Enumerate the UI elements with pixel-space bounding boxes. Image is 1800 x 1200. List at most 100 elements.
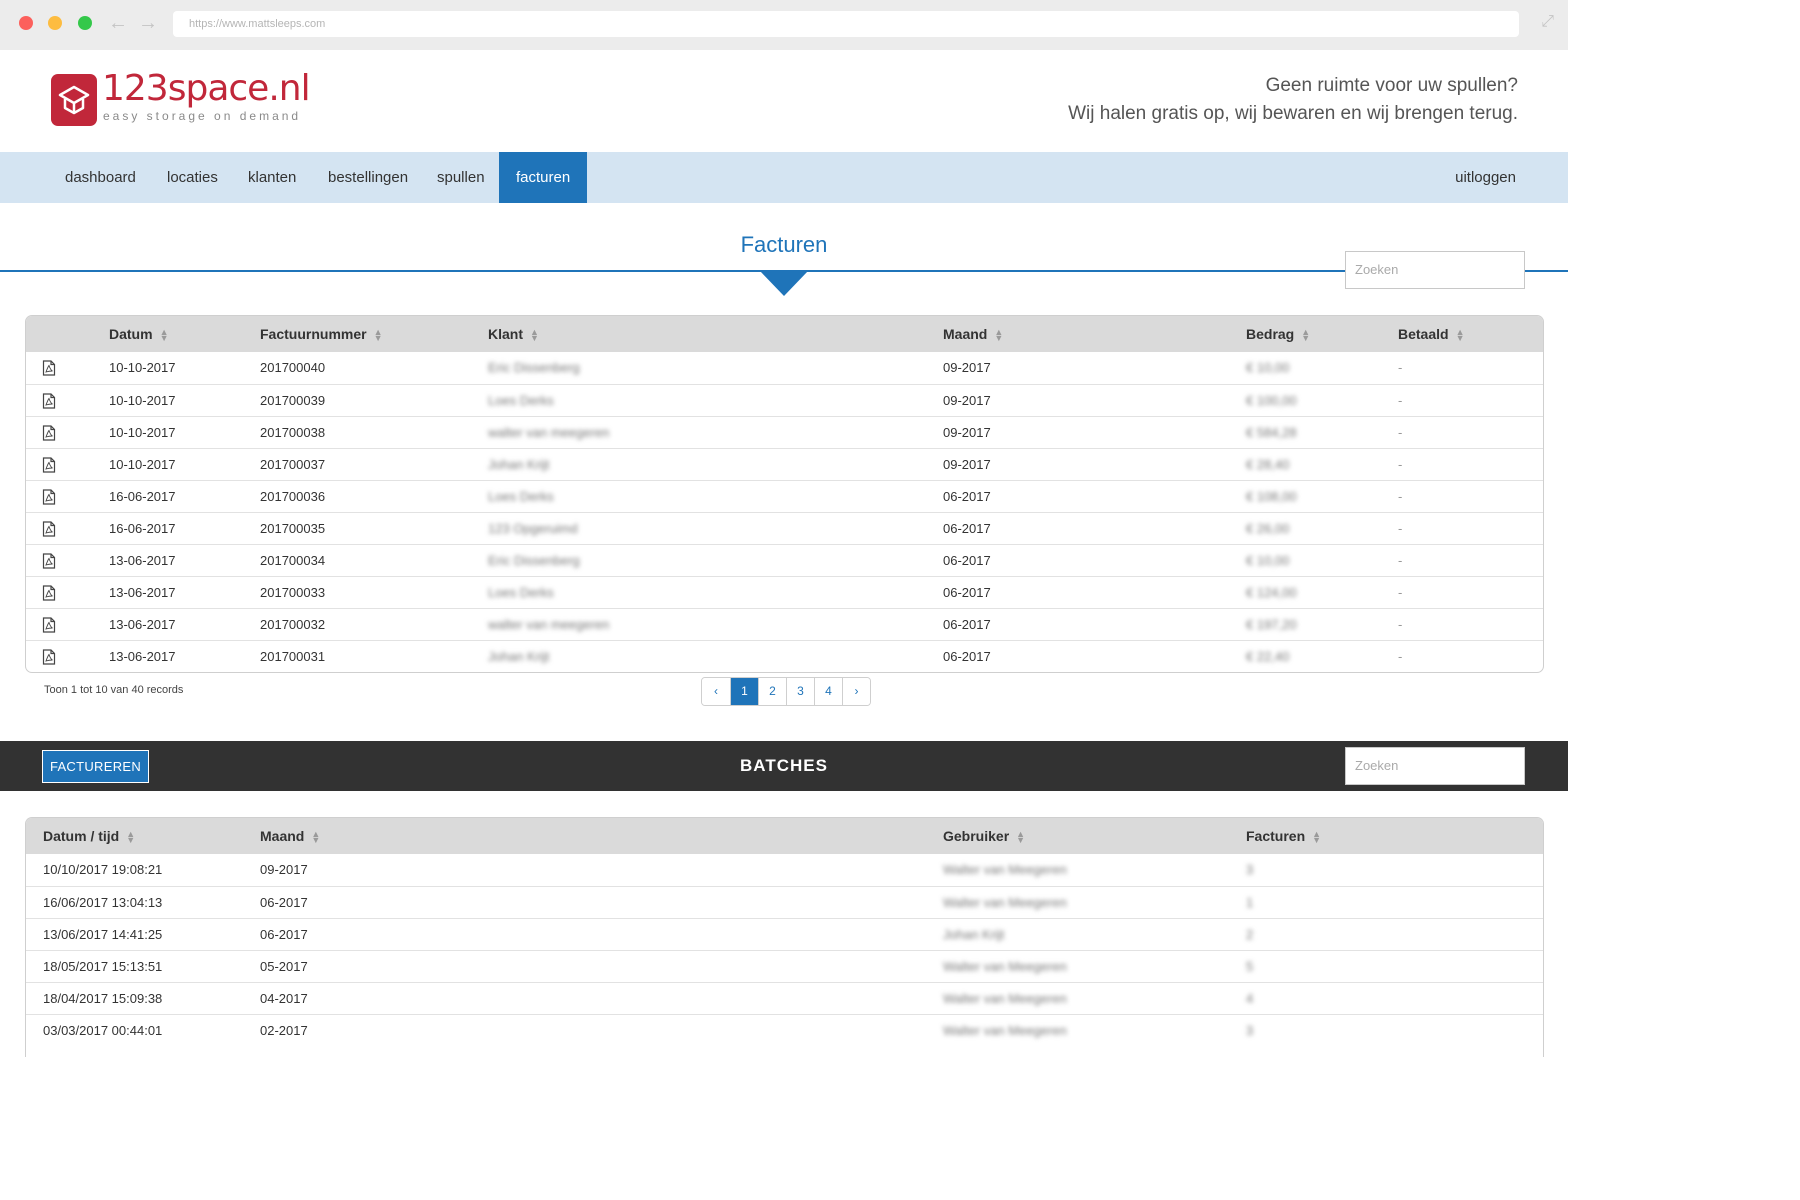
cell-bedrag: € 10,00 — [1246, 360, 1290, 375]
col-maand[interactable]: Maand ▲ ▼ — [260, 818, 320, 854]
pdf-icon[interactable] — [42, 489, 56, 510]
batches-table: Datum / tijd ▲ ▼ Maand ▲ ▼ Gebruiker ▲ ▼ Factu… — [25, 817, 1544, 1057]
col-klant[interactable]: Klant ▲ ▼ — [488, 316, 539, 352]
col-factuurnummer[interactable]: Factuurnummer ▲ ▼ — [260, 316, 383, 352]
cell-maand: 06-2017 — [943, 553, 991, 568]
expand-icon[interactable]: ⤢ — [1541, 13, 1554, 31]
logo-text[interactable]: 123space.nl — [102, 68, 311, 110]
cell-gebruiker: Johan Krijt — [943, 927, 1005, 942]
pdf-icon[interactable] — [42, 553, 56, 574]
nav-klanten[interactable]: klanten — [248, 152, 296, 203]
page-2-button[interactable]: 2 — [758, 678, 786, 705]
table-row[interactable]: 10-10-2017 201700040 Eric Dissenberg 09-201… — [26, 352, 1543, 384]
factureren-button[interactable]: FACTUREREN — [42, 750, 149, 783]
cell-bedrag: € 10,00 — [1246, 553, 1290, 568]
maximize-window-button[interactable] — [78, 16, 92, 30]
prev-page-button[interactable]: ‹ — [702, 678, 730, 705]
close-window-button[interactable] — [19, 16, 33, 30]
col-betaald[interactable]: Betaald ▲ ▼ — [1398, 316, 1465, 352]
cell-datum: 10-10-2017 — [109, 457, 176, 472]
cell-maand: 02-2017 — [260, 1023, 308, 1038]
col-datum-tijd[interactable]: Datum / tijd ▲ ▼ — [43, 818, 135, 854]
sort-icon[interactable]: ▲ ▼ — [994, 328, 1003, 343]
pdf-icon[interactable] — [42, 425, 56, 446]
facturen-search-input[interactable]: Zoeken — [1345, 251, 1525, 289]
cell-datum-tijd: 18/04/2017 15:09:38 — [43, 991, 163, 1006]
sort-icon[interactable]: ▲ ▼ — [1312, 830, 1321, 845]
sort-icon[interactable]: ▲ ▼ — [126, 830, 135, 845]
cell-factuurnummer: 201700031 — [260, 649, 326, 664]
tagline-line-2: Wij halen gratis op, wij bewaren en wij … — [1068, 103, 1518, 124]
table-row[interactable]: 16-06-2017 201700035 123 Opgeruimd 06-2017 €… — [26, 512, 1543, 544]
url-bar[interactable]: https://www.mattsleeps.com — [173, 11, 1519, 37]
next-page-button[interactable]: › — [842, 678, 870, 705]
table-row[interactable]: 18/05/2017 15:13:51 05-2017 Walter van Mee… — [26, 950, 1543, 982]
table-row[interactable]: 10-10-2017 201700038 walter van meegeren 09… — [26, 416, 1543, 448]
cell-factuurnummer: 201700032 — [260, 617, 326, 632]
cell-bedrag: € 28,40 — [1246, 457, 1290, 472]
pdf-icon[interactable] — [42, 393, 56, 414]
sort-icon[interactable]: ▲ ▼ — [160, 328, 169, 343]
cell-datum: 10-10-2017 — [109, 360, 176, 375]
sort-icon[interactable]: ▲ ▼ — [1456, 328, 1465, 343]
nav-facturen[interactable]: facturen — [499, 152, 588, 203]
minimize-window-button[interactable] — [48, 16, 62, 30]
page-4-button[interactable]: 4 — [814, 678, 842, 705]
col-gebruiker[interactable]: Gebruiker ▲ ▼ — [943, 818, 1025, 854]
cell-klant: Loes Derks — [488, 489, 554, 504]
page-3-button[interactable]: 3 — [786, 678, 814, 705]
table-body: 10-10-2017 201700040 Eric Dissenberg 09-201… — [26, 352, 1543, 672]
nav-bestellingen[interactable]: bestellingen — [328, 152, 408, 203]
col-facturen[interactable]: Facturen ▲ ▼ — [1246, 818, 1321, 854]
pdf-icon[interactable] — [42, 457, 56, 478]
pdf-icon[interactable] — [42, 649, 56, 670]
nav-locaties[interactable]: locaties — [167, 152, 218, 203]
logo-icon[interactable] — [51, 74, 97, 126]
table-row[interactable]: 18/04/2017 15:09:38 04-2017 Walter van Mee… — [26, 982, 1543, 1014]
table-row[interactable]: 16-06-2017 201700036 Loes Derks 06-2017 € 10… — [26, 480, 1543, 512]
table-body: 10/10/2017 19:08:21 09-2017 Walter van Mee… — [26, 854, 1543, 1046]
pdf-icon[interactable] — [42, 585, 56, 606]
cell-maand: 09-2017 — [943, 425, 991, 440]
table-row[interactable]: 16/06/2017 13:04:13 06-2017 Walter van Mee… — [26, 886, 1543, 918]
batches-search-input[interactable]: Zoeken — [1345, 747, 1525, 785]
table-row[interactable]: 10-10-2017 201700039 Loes Derks 09-2017 € 10… — [26, 384, 1543, 416]
nav-spullen[interactable]: spullen — [437, 152, 485, 203]
pdf-icon[interactable] — [42, 617, 56, 638]
cell-maand: 04-2017 — [260, 991, 308, 1006]
cell-factuurnummer: 201700034 — [260, 553, 326, 568]
page-1-button[interactable]: 1 — [730, 678, 758, 705]
col-bedrag[interactable]: Bedrag ▲ ▼ — [1246, 316, 1310, 352]
table-row[interactable]: 13-06-2017 201700032 walter van meegeren 06… — [26, 608, 1543, 640]
sort-icon[interactable]: ▲ ▼ — [530, 328, 539, 343]
forward-arrow-icon[interactable]: → — [138, 12, 158, 34]
table-row[interactable]: 13/06/2017 14:41:25 06-2017 Johan Krijt 2 — [26, 918, 1543, 950]
cell-gebruiker: Walter van Meegeren — [943, 991, 1067, 1006]
cell-betaald: - — [1398, 553, 1403, 568]
table-row[interactable]: 13-06-2017 201700033 Loes Derks 06-2017 € 12… — [26, 576, 1543, 608]
col-datum[interactable]: Datum ▲ ▼ — [109, 316, 168, 352]
cell-klant: walter van meegeren — [488, 425, 610, 440]
logout-link[interactable]: uitloggen — [1455, 152, 1516, 203]
pdf-icon[interactable] — [42, 360, 56, 381]
table-row[interactable]: 13-06-2017 201700031 Johan Krijt 06-2017 € 2… — [26, 640, 1543, 672]
tagline: Geen ruimte voor uw spullen? Wij halen g… — [1068, 72, 1518, 128]
cell-facturen: 3 — [1246, 1023, 1254, 1038]
cell-betaald: - — [1398, 521, 1403, 536]
table-row[interactable]: 03/03/2017 00:44:01 02-2017 Walter van Mee… — [26, 1014, 1543, 1046]
records-info: Toon 1 tot 10 van 40 records — [44, 684, 184, 696]
cell-maand: 09-2017 — [943, 393, 991, 408]
col-maand[interactable]: Maand ▲ ▼ — [943, 316, 1003, 352]
pdf-icon[interactable] — [42, 521, 56, 542]
table-row[interactable]: 10/10/2017 19:08:21 09-2017 Walter van Mee… — [26, 854, 1543, 886]
table-row[interactable]: 10-10-2017 201700037 Johan Krijt 09-2017 € 2… — [26, 448, 1543, 480]
sort-icon[interactable]: ▲ ▼ — [374, 328, 383, 343]
sort-icon[interactable]: ▲ ▼ — [1301, 328, 1310, 343]
sort-icon[interactable]: ▲ ▼ — [311, 830, 320, 845]
back-arrow-icon[interactable]: ← — [108, 12, 128, 34]
nav-dashboard[interactable]: dashboard — [65, 152, 136, 203]
sort-icon[interactable]: ▲ ▼ — [1016, 830, 1025, 845]
cell-klant: Johan Krijt — [488, 649, 550, 664]
cell-maand: 06-2017 — [260, 927, 308, 942]
table-row[interactable]: 13-06-2017 201700034 Eric Dissenberg 06-201… — [26, 544, 1543, 576]
